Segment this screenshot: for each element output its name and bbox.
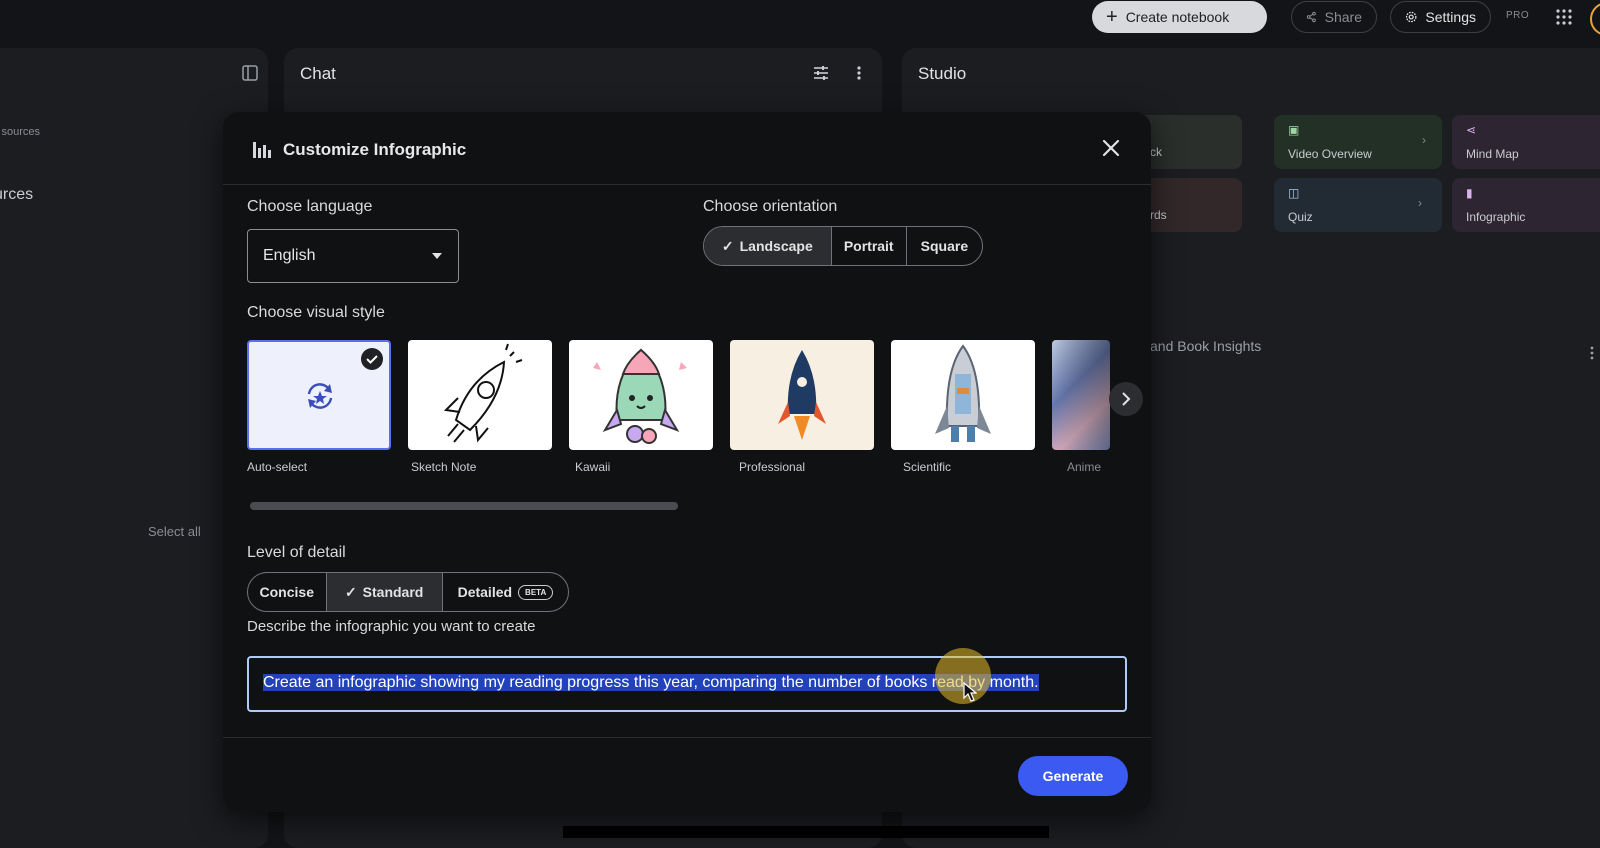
more-vert-icon[interactable]	[856, 64, 862, 82]
dialog-header: Customize Infographic	[223, 112, 1151, 185]
carousel-next-button[interactable]	[1109, 382, 1143, 416]
chevron-right-icon: ›	[1422, 133, 1426, 147]
generate-button[interactable]: Generate	[1018, 756, 1128, 796]
apps-grid-icon[interactable]	[1555, 8, 1573, 26]
infographic-icon: ▮	[1466, 186, 1473, 200]
describe-label: Describe the infographic you want to cre…	[247, 618, 536, 635]
style-label-auto-select: Auto-select	[247, 460, 308, 474]
sketch-rocket-image	[443, 343, 523, 443]
scientific-rocket-image	[935, 344, 991, 442]
create-notebook-button[interactable]: + Create notebook	[1092, 1, 1267, 33]
detail-label-text: Concise	[259, 584, 314, 600]
collapse-panel-icon[interactable]	[242, 65, 258, 81]
check-icon: ✓	[721, 237, 734, 254]
studio-tile-label: Video Overview	[1288, 147, 1372, 161]
style-card-scientific[interactable]	[891, 340, 1035, 450]
studio-tile-infographic[interactable]: ▮ Infographic	[1452, 178, 1600, 232]
studio-note-title[interactable]: and Book Insights	[1150, 338, 1261, 354]
gear-icon	[1405, 11, 1417, 23]
chevron-right-icon: ›	[1418, 196, 1422, 210]
settings-button[interactable]: Settings	[1390, 1, 1491, 33]
style-scrollbar[interactable]	[250, 502, 678, 510]
mind-map-icon: ⋖	[1466, 123, 1477, 137]
detail-toggle-group: Concise ✓ Standard Detailed BETA	[247, 572, 569, 612]
video-overview-icon: ▣	[1288, 123, 1300, 137]
style-card-professional[interactable]	[730, 340, 874, 450]
detail-label: Level of detail	[247, 544, 346, 561]
sources-hint: l sources	[0, 126, 41, 138]
detail-label-text: Standard	[362, 584, 424, 600]
plus-icon: +	[1106, 6, 1118, 28]
style-card-kawaii[interactable]	[569, 340, 713, 450]
studio-title: Studio	[918, 64, 967, 83]
describe-text: Create an infographic showing my reading…	[263, 674, 1039, 691]
create-notebook-label: Create notebook	[1125, 9, 1230, 25]
close-icon[interactable]	[1099, 136, 1123, 160]
chat-title: Chat	[300, 64, 336, 83]
avatar[interactable]	[1590, 2, 1600, 36]
top-bar: + Create notebook Share Settings PRO	[0, 0, 1600, 36]
studio-tile-mind-map[interactable]: ⋖ Mind Map	[1452, 115, 1600, 169]
orientation-landscape[interactable]: ✓ Landscape	[704, 227, 832, 265]
style-card-auto-select[interactable]	[247, 340, 391, 450]
check-circle-icon	[361, 348, 383, 370]
detail-concise[interactable]: Concise	[248, 573, 327, 611]
style-card-sketch-note[interactable]	[408, 340, 552, 450]
style-label-kawaii: Kawaii	[575, 460, 611, 474]
orientation-toggle-group: ✓ Landscape Portrait Square	[703, 226, 983, 266]
orientation-square[interactable]: Square	[907, 227, 982, 265]
language-value: English	[263, 247, 316, 264]
beta-badge: BETA	[518, 584, 554, 600]
orientation-label-text: Square	[920, 238, 969, 254]
detail-standard[interactable]: ✓ Standard	[326, 573, 443, 611]
detail-detailed[interactable]: Detailed BETA	[443, 573, 568, 611]
visual-style-label: Choose visual style	[247, 304, 385, 321]
style-label-sketch-note: Sketch Note	[411, 460, 477, 474]
studio-tile-label: ck	[1150, 145, 1162, 159]
caption-strip	[563, 826, 1049, 838]
orientation-label-text: Portrait	[843, 238, 894, 254]
share-label: Share	[1324, 9, 1362, 25]
sources-heading: urces	[0, 186, 34, 203]
language-select[interactable]: English	[247, 229, 459, 283]
more-vert-icon[interactable]	[1589, 345, 1595, 361]
detail-label-text: Detailed	[457, 584, 513, 600]
studio-tile-quiz[interactable]: ◫ Quiz ›	[1274, 178, 1442, 232]
studio-tile-video-overview[interactable]: ▣ Video Overview ›	[1274, 115, 1442, 169]
select-all-label[interactable]: Select all	[148, 524, 201, 539]
style-label-professional: Professional	[739, 460, 806, 474]
describe-textarea[interactable]: Create an infographic showing my reading…	[247, 656, 1127, 712]
share-button[interactable]: Share	[1291, 1, 1377, 33]
pro-badge: PRO	[1506, 10, 1530, 21]
dialog-title: Customize Infographic	[283, 140, 467, 159]
dialog-divider	[223, 737, 1151, 738]
tune-icon[interactable]	[812, 64, 830, 82]
generate-label: Generate	[1042, 768, 1104, 784]
share-icon	[1306, 11, 1316, 23]
studio-tile-label: Mind Map	[1466, 147, 1519, 161]
language-label: Choose language	[247, 198, 373, 215]
style-label-scientific: Scientific	[903, 460, 952, 474]
studio-tile-label: rds	[1150, 208, 1167, 222]
dropdown-arrow-icon	[432, 253, 442, 259]
studio-tile-label: Quiz	[1288, 210, 1313, 224]
style-carousel-fade	[1043, 332, 1130, 502]
orientation-label: Choose orientation	[703, 198, 838, 215]
settings-label: Settings	[1425, 9, 1476, 25]
auto-refresh-icon	[307, 383, 333, 409]
studio-tile-label: Infographic	[1466, 210, 1526, 224]
quiz-icon: ◫	[1288, 186, 1300, 200]
professional-rocket-image	[778, 350, 826, 440]
customize-infographic-dialog: Customize Infographic Choose language En…	[223, 112, 1151, 812]
infographic-icon	[253, 142, 271, 158]
style-label-anime: Anime	[1067, 460, 1102, 474]
mouse-pointer-icon	[963, 682, 977, 702]
check-icon: ✓	[344, 583, 357, 600]
kawaii-rocket-image	[593, 348, 687, 444]
orientation-portrait[interactable]: Portrait	[832, 227, 907, 265]
chevron-right-icon	[1122, 392, 1131, 406]
orientation-label-text: Landscape	[739, 238, 813, 254]
